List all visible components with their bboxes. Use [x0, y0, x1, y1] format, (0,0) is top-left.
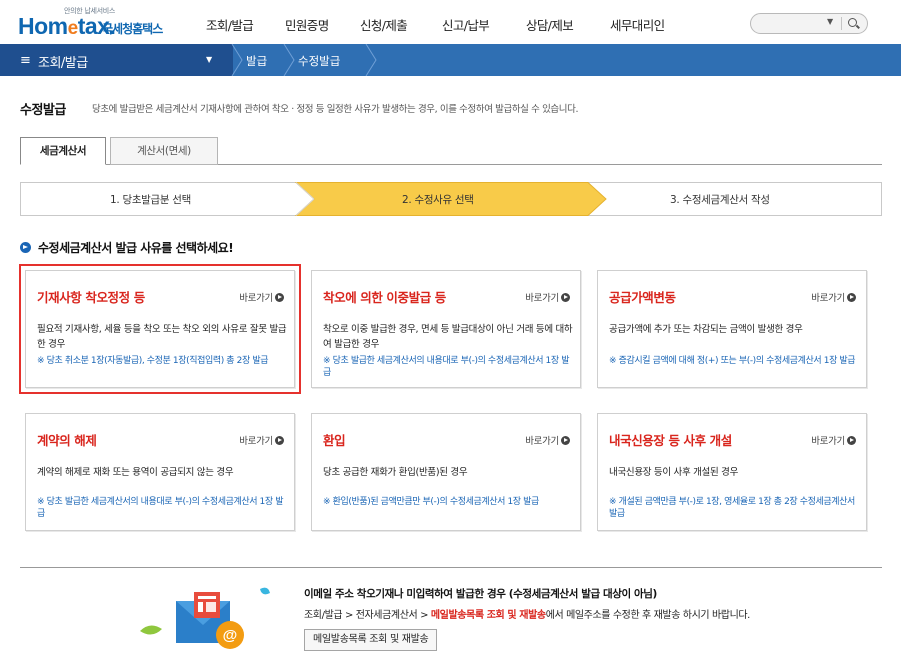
- breadcrumb-amend[interactable]: 수정발급: [298, 53, 340, 69]
- card-title: 기재사항 착오정정 등: [37, 290, 145, 305]
- card-description: 공급가액에 추가 또는 차감되는 금액이 발생한 경우: [609, 324, 803, 335]
- breadcrumb-separator: [365, 44, 377, 76]
- card-note: ※ 당초 발급한 세금계산서의 내용대로 부(-)의 수정세금계산서 1장 발급: [323, 356, 570, 378]
- menu-consult[interactable]: 상담/제보: [526, 15, 574, 34]
- divider: [20, 567, 882, 568]
- chevron-down-icon[interactable]: ▼: [206, 55, 212, 64]
- hometax-logo[interactable]: 안의한 납세서비스 Hometax. 국세청홈택스: [18, 6, 188, 40]
- menu-icon[interactable]: ≡: [20, 53, 31, 68]
- email-section-desc: 조회/발급 > 전자세금계산서 > 메일발송목록 조회 및 재발송에서 메일주소…: [304, 610, 750, 621]
- email-resend-link[interactable]: 메일발송목록 조회 및 재발송: [431, 610, 546, 621]
- menu-lookup-issue[interactable]: 조회/발급: [206, 15, 254, 34]
- lnb-category[interactable]: [0, 44, 233, 76]
- card-description: 착오로 이중 발급한 경우, 면세 등 발급대상이 아닌 거래 등에 대하여 발…: [323, 324, 573, 350]
- go-link[interactable]: 바로가기: [525, 290, 570, 304]
- logo-wordmark: Hometax.: [18, 13, 116, 39]
- breadcrumb-issue[interactable]: 발급: [246, 53, 267, 69]
- menu-certificates[interactable]: 민원증명: [285, 15, 329, 34]
- email-section-title: 이메일 주소 착오기재나 미입력하여 발급한 경우 (수정세금계산서 발급 대상…: [304, 588, 657, 600]
- breadcrumb-separator: [283, 44, 295, 76]
- arrow-circle-icon: [561, 436, 570, 445]
- email-illustration: @: [140, 587, 270, 649]
- card-note: ※ 환입(반품)된 금액만큼만 부(-)의 수정세금계산서 1장 발급: [323, 497, 539, 507]
- menu-apply-submit[interactable]: 신청/제출: [360, 15, 408, 34]
- arrow-circle-icon: [847, 293, 856, 302]
- menu-report-pay[interactable]: 신고/납부: [442, 15, 490, 34]
- go-link[interactable]: 바로가기: [811, 290, 856, 304]
- step-indicator: 1. 당초발급분 선택 2. 수정사유 선택 3. 수정세금계산서 작성: [20, 182, 882, 216]
- card-title: 착오에 의한 이중발급 등: [323, 290, 446, 305]
- search-icon[interactable]: [848, 18, 857, 27]
- reason-card-return[interactable]: 환입 바로가기 당초 공급한 재화가 환입(반품)된 경우 ※ 환입(반품)된 …: [311, 413, 581, 531]
- step-2-current: 2. 수정사유 선택: [402, 194, 474, 206]
- card-note: ※ 개설된 금액만큼 부(-)로 1장, 영세율로 1장 총 2장 수정세금계산…: [609, 497, 855, 519]
- go-link[interactable]: 바로가기: [239, 433, 284, 447]
- reason-card-duplicate[interactable]: 착오에 의한 이중발급 등 바로가기 착오로 이중 발급한 경우, 면세 등 발…: [311, 270, 581, 388]
- menu-tax-agent[interactable]: 세무대리인: [610, 15, 665, 34]
- card-note: ※ 당초 취소분 1장(자동발급), 수정분 1장(직접입력) 총 2장 발급: [37, 356, 269, 366]
- arrow-circle-icon: [847, 436, 856, 445]
- step-1: 1. 당초발급분 선택: [110, 194, 192, 206]
- card-description: 내국신용장 등이 사후 개설된 경우: [609, 467, 739, 478]
- reason-card-contract-cancel[interactable]: 계약의 해제 바로가기 계약의 해제로 재화 또는 용역이 공급되지 않는 경우…: [25, 413, 295, 531]
- svg-text:@: @: [223, 627, 238, 644]
- search-box[interactable]: ▼: [750, 13, 868, 34]
- card-description: 계약의 해제로 재화 또는 용역이 공급되지 않는 경우: [37, 467, 234, 478]
- reason-card-correction[interactable]: 기재사항 착오정정 등 바로가기 필요적 기재사항, 세율 등을 착오 또는 착…: [19, 264, 301, 394]
- go-link[interactable]: 바로가기: [239, 290, 284, 304]
- go-link[interactable]: 바로가기: [525, 433, 570, 447]
- arrow-circle-icon: [275, 436, 284, 445]
- card-title: 공급가액변동: [609, 290, 676, 305]
- arrow-bullet-icon: [20, 242, 31, 253]
- top-header: 안의한 납세서비스 Hometax. 국세청홈택스 조회/발급 민원증명 신청/…: [0, 0, 901, 44]
- breadcrumb-separator: [231, 44, 243, 76]
- search-divider: [841, 17, 842, 30]
- page-title: 수정발급: [20, 103, 66, 118]
- go-link[interactable]: 바로가기: [811, 433, 856, 447]
- location-bar: ≡ 조회/발급 ▼ 발급 수정발급: [0, 44, 901, 76]
- tab-invoice-exempt[interactable]: 계산서(면세): [110, 137, 218, 165]
- lnb-title[interactable]: 조회/발급: [38, 52, 88, 71]
- reason-card-amount-change[interactable]: 공급가액변동 바로가기 공급가액에 추가 또는 차감되는 금액이 발생한 경우 …: [597, 270, 867, 388]
- card-title: 환입: [323, 433, 346, 448]
- card-title: 계약의 해제: [37, 433, 97, 448]
- card-title: 내국신용장 등 사후 개설: [609, 433, 732, 448]
- arrow-circle-icon: [275, 293, 284, 302]
- card-description: 당초 공급한 재화가 환입(반품)된 경우: [323, 467, 468, 478]
- arrow-circle-icon: [561, 293, 570, 302]
- card-description: 필요적 기재사항, 세율 등을 착오 또는 착오 외의 사유로 잘못 발급한 경…: [37, 324, 287, 350]
- step-3: 3. 수정세금계산서 작성: [670, 194, 770, 206]
- logo-sub: 국세청홈택스: [102, 22, 163, 36]
- card-note: ※ 증감시킬 금액에 대해 정(+) 또는 부(-)의 수정세금계산서 1장 발…: [609, 356, 856, 366]
- section-heading: 수정세금계산서 발급 사유를 선택하세요!: [20, 239, 234, 256]
- page-description: 당초에 발급받은 세금계산서 기재사항에 관하여 착오 · 정정 등 일정한 사…: [92, 104, 579, 115]
- email-resend-button[interactable]: 메일발송목록 조회 및 재발송: [304, 629, 438, 651]
- chevron-down-icon[interactable]: ▼: [827, 17, 833, 26]
- card-note: ※ 당초 발급한 세금계산서의 내용대로 부(-)의 수정세금계산서 1장 발급: [37, 497, 284, 519]
- tab-tax-invoice[interactable]: 세금계산서: [20, 137, 106, 165]
- reason-card-local-lc[interactable]: 내국신용장 등 사후 개설 바로가기 내국신용장 등이 사후 개설된 경우 ※ …: [597, 413, 867, 531]
